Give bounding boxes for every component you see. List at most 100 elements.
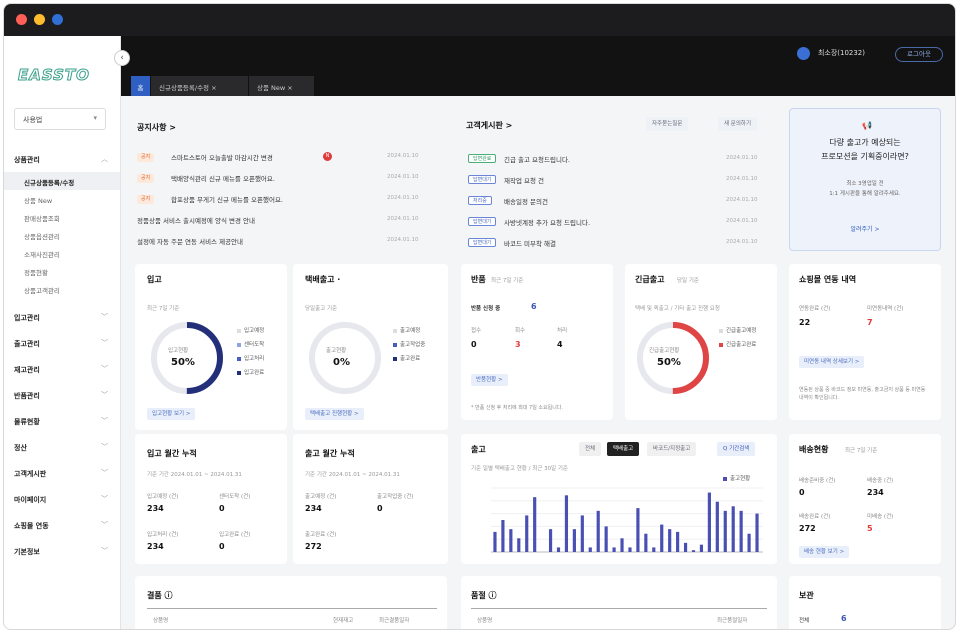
urgent-card: 긴급출고 당일 기준 택배 및 퀵출고 / 기타 출고 진행 요청 긴급출고현황… — [625, 264, 777, 420]
chart-bar[interactable] — [564, 495, 569, 552]
board-item[interactable]: 답변대기 바코드 미부착 해결 2024.01.10 — [464, 238, 764, 252]
legend-label: 입고완료 — [244, 370, 265, 376]
legend-item: 입고처리 — [237, 354, 264, 362]
sidebar-item-mall[interactable]: 쇼핑몰 연동 ﹀ — [4, 512, 120, 538]
chart-bar[interactable] — [604, 526, 608, 552]
notice-item[interactable]: 설정에 자동 주문 연동 서비스 제공안내 2024.01.10 — [135, 236, 435, 250]
chart-bar[interactable] — [644, 533, 648, 552]
maximize-window-button[interactable] — [52, 14, 63, 25]
sidebar-item-mypage[interactable]: 마이페이지 ﹀ — [4, 486, 120, 512]
ask-button[interactable]: 새 문의하기 — [718, 117, 758, 131]
chart-bar[interactable] — [723, 510, 727, 552]
sidebar-item-outbound[interactable]: 출고관리 ﹀ — [4, 330, 120, 356]
notice-item[interactable]: 정품상품 서비스 출시예정에 양식 변경 안내 2024.01.10 — [135, 215, 435, 229]
close-window-button[interactable] — [16, 14, 27, 25]
sidebar-item-product[interactable]: 상품관리 ︿ — [4, 146, 120, 172]
chart-bar[interactable] — [525, 515, 529, 552]
chart-bar[interactable] — [596, 510, 600, 552]
sidebar-subitem-product-register[interactable]: 신규상품등록/수정 — [4, 172, 120, 190]
notice-title[interactable]: 공지사항 > — [137, 122, 176, 133]
filter-all[interactable]: 전체 — [579, 442, 602, 456]
returns-pending-value: 6 — [531, 302, 537, 311]
tab-home[interactable]: 홈 — [131, 76, 151, 96]
chart-bar[interactable] — [652, 547, 656, 552]
returns-view-button[interactable]: 반품현황 > — [471, 374, 508, 386]
inbound-view-button[interactable]: 입고현황 보기 > — [147, 408, 196, 420]
chart-bar[interactable] — [548, 529, 553, 552]
chart-bar[interactable] — [755, 513, 759, 552]
faq-button[interactable]: 자주묻는질문 — [646, 117, 689, 131]
chart-bar[interactable] — [556, 547, 561, 552]
chart-bar[interactable] — [691, 550, 696, 552]
sidebar-item-settlement[interactable]: 정산 ﹀ — [4, 434, 120, 460]
board-item[interactable]: 답변완료 긴급 출고 요청드립니다. 2024.01.10 — [464, 154, 764, 168]
chart-bar[interactable] — [509, 529, 513, 552]
chevron-left-icon[interactable]: ‹ — [114, 50, 130, 66]
mall-connected-label: 연동완료 (건) — [799, 306, 831, 312]
period-search-button[interactable]: Q 기간검색 — [717, 442, 756, 456]
logout-button[interactable]: 로그아웃 — [895, 47, 943, 62]
sidebar-item-label: 물류현황 — [14, 418, 40, 426]
inbound-card: 입고 최근 7일 기준 입고현황 50% 입고예정 센터도착 입고처리 입고완료… — [135, 264, 287, 430]
chart-bar[interactable] — [699, 544, 704, 552]
chart-bar[interactable] — [533, 497, 537, 552]
chart-bar[interactable] — [636, 508, 640, 552]
store-select[interactable]: 사용법 ▾ — [14, 108, 106, 130]
chart-bar[interactable] — [612, 547, 616, 552]
legend-dot — [723, 476, 727, 481]
filter-barcode[interactable]: 바코드/지정출고 — [647, 442, 697, 456]
chart-bar[interactable] — [739, 510, 743, 552]
sidebar-item-stock[interactable]: 재고관리 ﹀ — [4, 356, 120, 382]
sidebar-subitem-photos[interactable]: 소재사진관리 — [4, 244, 120, 262]
chart-bar[interactable] — [683, 542, 688, 552]
minimize-window-button[interactable] — [34, 14, 45, 25]
chart-bar[interactable] — [628, 547, 632, 552]
chart-bar[interactable] — [668, 529, 672, 552]
promo-headline-2: 프로모션을 기획중이라면? — [821, 152, 909, 161]
chart-bar[interactable] — [660, 524, 664, 552]
legend-item: 긴급출고예정 — [719, 326, 756, 334]
new-badge: N — [323, 152, 332, 161]
sidebar-subitem-product-new[interactable]: 상품 New — [4, 190, 120, 208]
sidebar-subitem-product-list[interactable]: 판매상품조회 — [4, 208, 120, 226]
sidebar-item-logistics[interactable]: 물류현황 ﹀ — [4, 408, 120, 434]
tab-product-register[interactable]: 신규상품등록/수정 × — [151, 76, 249, 96]
notice-item[interactable]: 공지 스마트스토어 오늘출발 마감시간 변경 N 2024.01.10 — [135, 152, 435, 166]
notice-item[interactable]: 공지 합포상품 무게기 신규 메뉴를 오픈했어요. 2024.01.10 — [135, 194, 435, 208]
delivery-title: 배송현황 — [799, 445, 829, 454]
chart-bar[interactable] — [747, 533, 751, 552]
app-logo[interactable]: EASSTO — [18, 66, 90, 85]
board-item[interactable]: 답변대기 사방넷계정 추가 요청 드립니다. 2024.01.10 — [464, 217, 764, 231]
chart-bar[interactable] — [707, 492, 711, 552]
chart-bar[interactable] — [676, 531, 680, 552]
sidebar-subitem-product-options[interactable]: 상품옵션관리 — [4, 226, 120, 244]
sidebar-item-board[interactable]: 고객게시판 ﹀ — [4, 460, 120, 486]
notice-item[interactable]: 공지 택배양식관리 신규 메뉴를 오픈했어요. 2024.01.10 — [135, 173, 435, 187]
sidebar-item-inbound[interactable]: 입고관리 ﹀ — [4, 304, 120, 330]
board-badge: 답변대기 — [468, 238, 497, 247]
chart-bar[interactable] — [517, 538, 521, 552]
board-item[interactable]: 처리중 배송일정 문의건 2024.01.10 — [464, 196, 764, 210]
chart-bar[interactable] — [620, 538, 624, 552]
parcel-view-button[interactable]: 택배출고 진행현황 > — [305, 408, 364, 420]
inbound-monthly-title: 입고 월간 누적 — [147, 449, 197, 458]
tab-product-new[interactable]: 상품 New × — [249, 76, 315, 96]
sidebar-item-basic[interactable]: 기본정보 ﹀ — [4, 538, 120, 564]
user-name[interactable]: 최소장(10232) — [818, 48, 865, 58]
mall-detail-button[interactable]: 미연동 내역 상세보기 > — [799, 356, 865, 368]
chart-bar[interactable] — [572, 529, 576, 552]
sidebar-subitem-customer[interactable]: 상품고객관리 — [4, 280, 120, 298]
chart-bar[interactable] — [731, 506, 735, 552]
chart-bar[interactable] — [580, 515, 584, 552]
board-title[interactable]: 고객게시판 > — [466, 120, 512, 131]
promo-link[interactable]: 알려주기 > — [790, 224, 940, 233]
filter-parcel[interactable]: 택배출고 — [607, 442, 640, 456]
chart-bar[interactable] — [493, 531, 497, 552]
sidebar-subitem-genuine[interactable]: 정품현황 — [4, 262, 120, 280]
chart-bar[interactable] — [715, 501, 719, 552]
delivery-view-button[interactable]: 배송 현황 보기 > — [799, 546, 850, 558]
chart-bar[interactable] — [501, 520, 505, 552]
sidebar-item-returns[interactable]: 반품관리 ﹀ — [4, 382, 120, 408]
chart-bar[interactable] — [588, 547, 592, 552]
board-item[interactable]: 답변대기 재작업 요청 건 2024.01.10 — [464, 175, 764, 189]
